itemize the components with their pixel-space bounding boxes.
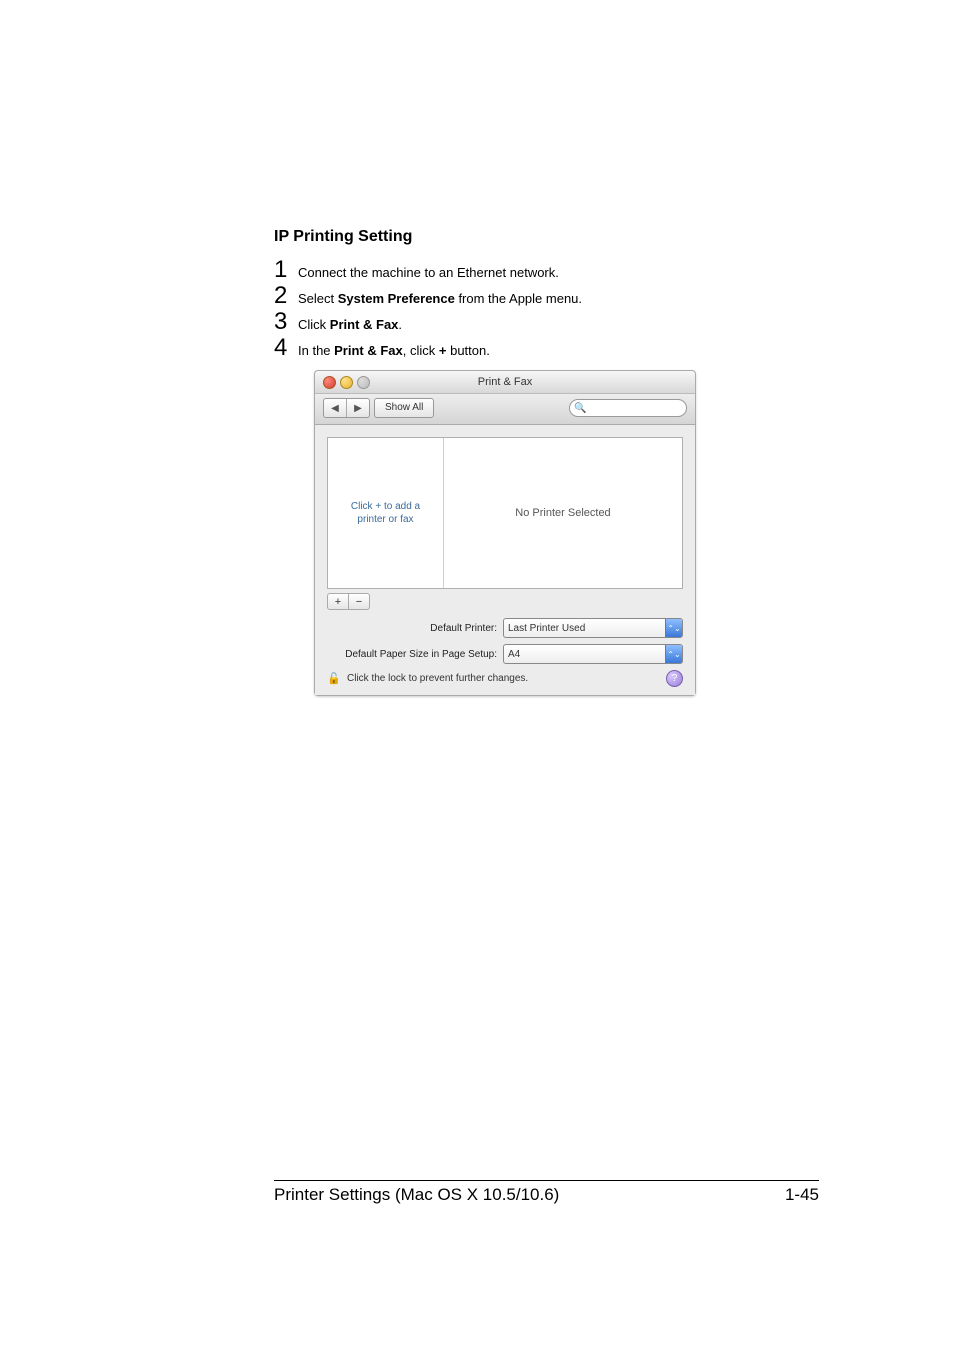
add-printer-button[interactable]: +: [328, 594, 348, 609]
step2-post: from the Apple menu.: [455, 291, 582, 306]
step-number-3: 3: [274, 310, 298, 334]
footer-left: Printer Settings (Mac OS X 10.5/10.6): [274, 1185, 559, 1205]
lock-text: Click the lock to prevent further change…: [347, 673, 528, 684]
step-text-2: Select System Preference from the Apple …: [298, 287, 582, 306]
step-number-1: 1: [274, 258, 298, 282]
add-remove-segment: + −: [327, 593, 370, 610]
step4-post: button.: [446, 343, 489, 358]
default-printer-value: Last Printer Used: [508, 623, 585, 634]
remove-printer-button[interactable]: −: [348, 594, 369, 609]
mac-window: Print & Fax ◀ ▶ Show All 🔍: [314, 370, 696, 696]
step3-bold: Print & Fax: [330, 317, 399, 332]
window-titlebar: Print & Fax: [315, 371, 695, 394]
window-toolbar: ◀ ▶ Show All 🔍: [315, 394, 695, 425]
back-button[interactable]: ◀: [324, 399, 346, 417]
printer-list-box: Click + to add a printer or fax No Print…: [327, 437, 683, 589]
traffic-lights: [323, 376, 370, 389]
window-title: Print & Fax: [315, 371, 695, 393]
minimize-icon[interactable]: [340, 376, 353, 389]
chevron-updown-icon: ⌃⌄: [665, 645, 682, 663]
help-button[interactable]: ?: [666, 670, 683, 687]
footer-right: 1-45: [785, 1185, 819, 1205]
step4-mid: , click: [403, 343, 439, 358]
step-text-1: Connect the machine to an Ethernet netwo…: [298, 261, 559, 280]
step-text-3: Click Print & Fax.: [298, 313, 402, 332]
lock-icon[interactable]: 🔓: [327, 672, 341, 686]
paper-size-value: A4: [508, 649, 520, 660]
printer-detail-pane: No Printer Selected: [444, 438, 682, 588]
section-heading: IP Printing Setting: [274, 228, 819, 246]
paper-size-select[interactable]: A4 ⌃⌄: [503, 644, 683, 664]
list-hint-line2: printer or fax: [357, 514, 413, 525]
zoom-icon[interactable]: [357, 376, 370, 389]
search-icon: 🔍: [574, 403, 586, 414]
step3-pre: Click: [298, 317, 330, 332]
chevron-updown-icon: ⌃⌄: [665, 619, 682, 637]
printer-list: Click + to add a printer or fax: [328, 438, 444, 588]
steps-list: 1 Connect the machine to an Ethernet net…: [274, 258, 819, 360]
step-number-2: 2: [274, 284, 298, 308]
paper-size-label: Default Paper Size in Page Setup:: [327, 649, 503, 660]
show-all-button[interactable]: Show All: [374, 398, 434, 418]
nav-segment: ◀ ▶: [323, 398, 370, 418]
default-printer-select[interactable]: Last Printer Used ⌃⌄: [503, 618, 683, 638]
forward-button[interactable]: ▶: [346, 399, 369, 417]
step3-post: .: [398, 317, 402, 332]
step2-pre: Select: [298, 291, 338, 306]
search-input[interactable]: 🔍: [569, 399, 687, 417]
step-number-4: 4: [274, 336, 298, 360]
list-hint-line1: Click + to add a: [351, 501, 420, 512]
default-printer-label: Default Printer:: [327, 623, 503, 634]
no-printer-label: No Printer Selected: [515, 507, 610, 519]
step4-pre: In the: [298, 343, 334, 358]
step2-bold: System Preference: [338, 291, 455, 306]
page-footer: Printer Settings (Mac OS X 10.5/10.6) 1-…: [274, 1180, 819, 1205]
step-text-4: In the Print & Fax, click + button.: [298, 339, 490, 358]
close-icon[interactable]: [323, 376, 336, 389]
step4-bold1: Print & Fax: [334, 343, 403, 358]
